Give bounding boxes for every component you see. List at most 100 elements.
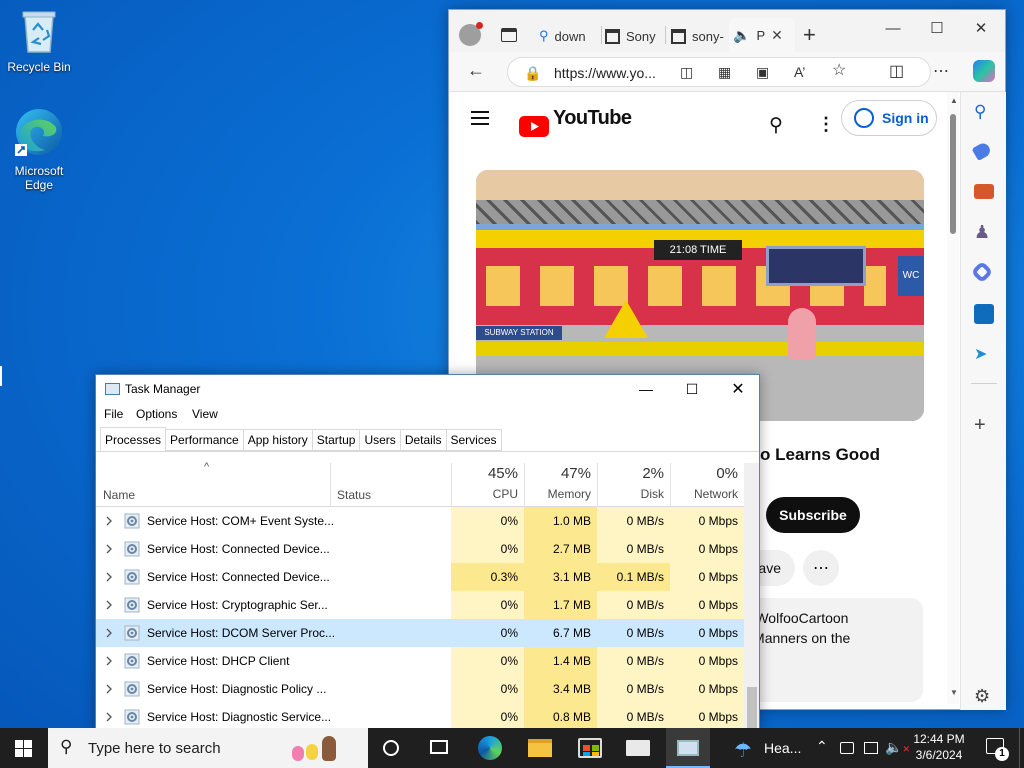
expand-chevron-icon[interactable] xyxy=(105,628,113,638)
maximize-button[interactable]: ☐ xyxy=(917,14,957,42)
task-manager-taskbar-button[interactable] xyxy=(666,728,710,768)
close-tab-icon[interactable]: ✕ xyxy=(771,27,783,44)
cortana-icon[interactable] xyxy=(383,740,399,756)
column-cpu[interactable]: 45% CPU xyxy=(451,463,524,507)
task-view-icon[interactable] xyxy=(430,740,448,754)
system-clock[interactable]: 12:44 PM 3/6/2024 xyxy=(900,731,978,763)
process-row[interactable]: Service Host: Connected Device... 0% 2.7 M… xyxy=(96,535,744,563)
tab-startup[interactable]: Startup xyxy=(312,429,361,451)
expand-chevron-icon[interactable] xyxy=(105,516,113,526)
add-icon[interactable]: + xyxy=(974,414,994,436)
process-row[interactable]: Service Host: Connected Device... 0.3% 3.1… xyxy=(96,563,744,591)
desktop-icon-recycle-bin[interactable]: Recycle Bin xyxy=(1,8,77,74)
hamburger-menu-icon[interactable] xyxy=(471,111,489,125)
network-icon[interactable] xyxy=(864,742,878,754)
search-icon[interactable]: ⚲ xyxy=(769,114,783,137)
scrollbar-thumb[interactable] xyxy=(950,114,956,234)
subscribe-button[interactable]: Subscribe xyxy=(766,497,860,533)
outlook-icon[interactable] xyxy=(974,304,994,324)
shopping-tag-icon[interactable] xyxy=(971,140,993,162)
expand-chevron-icon[interactable] xyxy=(105,656,113,666)
favorite-star-icon[interactable]: ☆ xyxy=(832,62,846,80)
expand-chevron-icon[interactable] xyxy=(105,600,113,610)
send-icon[interactable]: ➤ xyxy=(974,344,994,364)
process-row[interactable]: Service Host: Cryptographic Ser... 0% 1.7 … xyxy=(96,591,744,619)
column-name[interactable]: Name xyxy=(103,488,135,502)
new-tab-button[interactable]: + xyxy=(803,22,816,48)
sign-in-button[interactable]: Sign in xyxy=(841,100,937,136)
settings-gear-icon[interactable]: ⚙ xyxy=(974,686,994,706)
extensions-icon[interactable]: ▦ xyxy=(718,63,731,81)
video-title[interactable]: o Learns Good xyxy=(760,445,880,465)
expand-chevron-icon[interactable] xyxy=(105,712,113,722)
more-menu-icon[interactable]: ⋯ xyxy=(933,63,949,81)
microsoft-store-icon[interactable] xyxy=(578,738,602,758)
process-row[interactable]: Service Host: DHCP Client 0% 1.4 MB 0 MB/s 0… xyxy=(96,647,744,675)
file-explorer-icon[interactable] xyxy=(528,739,552,757)
weather-umbrella-icon[interactable]: ☂ xyxy=(734,738,758,762)
browser-tab[interactable]: Sony xyxy=(605,22,663,50)
expand-chevron-icon[interactable] xyxy=(105,572,113,582)
weather-text[interactable]: Hea... xyxy=(764,740,801,756)
tab-services[interactable]: Services xyxy=(446,429,502,451)
address-bar[interactable]: 🔒 https://www.yo... ◫ ▦ ▣ A’ ☆ xyxy=(507,57,931,87)
column-memory[interactable]: 47% Memory xyxy=(524,463,597,507)
edge-taskbar-icon[interactable] xyxy=(478,736,502,760)
apps-icon[interactable]: ▣ xyxy=(756,63,769,81)
profile-avatar[interactable] xyxy=(459,22,483,46)
split-screen-icon[interactable]: ◫ xyxy=(889,63,904,81)
games-chess-icon[interactable]: ♟ xyxy=(974,222,994,242)
process-list-scrollbar[interactable] xyxy=(744,463,759,733)
menu-file[interactable]: File xyxy=(104,407,123,421)
tab-details[interactable]: Details xyxy=(400,429,447,451)
start-windows-icon[interactable] xyxy=(15,740,32,757)
url-text[interactable]: https://www.yo... xyxy=(554,65,656,81)
back-icon[interactable]: ← xyxy=(467,61,485,79)
tab-actions-icon[interactable] xyxy=(501,28,517,42)
youtube-logo-icon[interactable] xyxy=(519,116,549,137)
tab-processes[interactable]: Processes xyxy=(100,427,167,451)
menu-view[interactable]: View xyxy=(192,407,218,421)
maximize-button[interactable]: ☐ xyxy=(669,375,715,403)
read-aloud-icon[interactable]: A’ xyxy=(794,63,805,81)
youtube-logo-text[interactable]: YouTube xyxy=(553,107,632,130)
desktop-icon-edge[interactable]: Microsoft Edge xyxy=(1,106,77,192)
show-hidden-icons-chevron-icon[interactable]: ⌃ xyxy=(816,738,828,755)
meet-now-icon[interactable] xyxy=(840,742,854,754)
title-bar[interactable]: Task Manager — ☐ ✕ xyxy=(96,375,759,403)
show-desktop-button[interactable] xyxy=(1019,728,1024,768)
tab-app-history[interactable]: App history xyxy=(243,429,313,451)
browser-tab-active[interactable]: 🔈 P ✕ xyxy=(729,18,795,52)
process-memory: 1.4 MB xyxy=(524,647,597,675)
column-network[interactable]: 0% Network xyxy=(670,463,744,507)
office-icon[interactable] xyxy=(970,260,994,284)
expand-chevron-icon[interactable] xyxy=(105,544,113,554)
process-row[interactable]: Service Host: Diagnostic Service... 0% 0.8… xyxy=(96,703,744,731)
search-icon[interactable]: ⚲ xyxy=(974,102,994,122)
process-row[interactable]: Service Host: Diagnostic Policy ... 0% 3.4… xyxy=(96,675,744,703)
browser-tab[interactable]: sony- xyxy=(671,22,727,50)
process-row[interactable]: Service Host: DCOM Server Proc... 0% 6.7 M… xyxy=(96,619,744,647)
menu-options[interactable]: Options xyxy=(136,407,177,421)
taskbar-search-box[interactable]: ⚲ Type here to search xyxy=(48,728,368,768)
mail-icon[interactable] xyxy=(626,740,650,756)
tools-briefcase-icon[interactable] xyxy=(974,184,994,199)
scrollbar-thumb[interactable] xyxy=(747,687,757,733)
more-options-icon[interactable]: ⋮ xyxy=(817,114,835,135)
more-actions-button[interactable]: ⋯ xyxy=(803,550,839,586)
tab-users[interactable]: Users xyxy=(360,429,401,451)
app-available-icon[interactable]: ◫ xyxy=(680,63,693,81)
page-scrollbar[interactable]: ▲ ▼ xyxy=(947,92,959,704)
column-status[interactable]: Status xyxy=(330,463,451,507)
process-row[interactable]: Service Host: COM+ Event Syste... 0% 1.0 M… xyxy=(96,507,744,535)
column-disk[interactable]: 2% Disk xyxy=(597,463,670,507)
speaker-icon[interactable]: 🔈 xyxy=(733,27,750,44)
tab-performance[interactable]: Performance xyxy=(166,429,244,451)
close-button[interactable]: ✕ xyxy=(961,14,1001,42)
copilot-icon[interactable] xyxy=(973,60,995,82)
minimize-button[interactable]: — xyxy=(873,14,913,42)
close-button[interactable]: ✕ xyxy=(715,375,759,403)
minimize-button[interactable]: — xyxy=(623,375,669,403)
expand-chevron-icon[interactable] xyxy=(105,684,113,694)
browser-tab[interactable]: ⚲ down xyxy=(539,22,601,50)
